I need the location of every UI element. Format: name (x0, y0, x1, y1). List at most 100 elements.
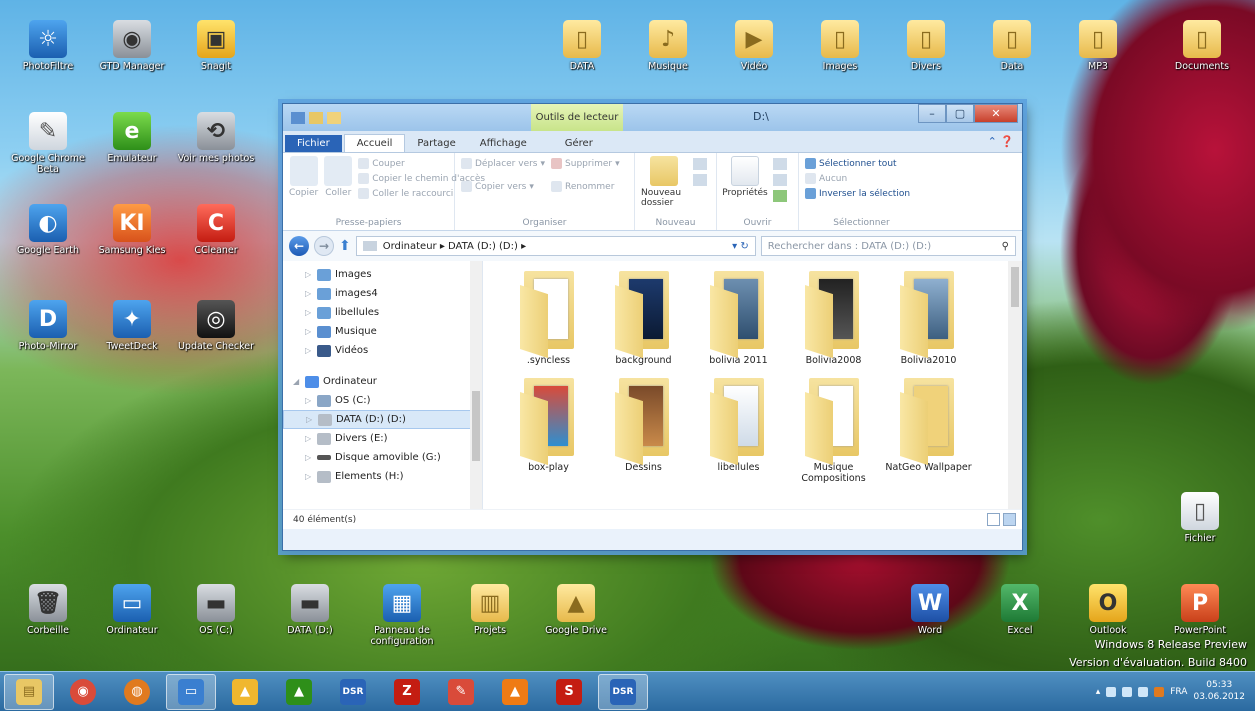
taskbar-chrome[interactable]: ◉ (58, 674, 108, 710)
folder-item[interactable]: box-play (501, 378, 596, 484)
history-icon[interactable] (773, 190, 787, 202)
taskbar-editor[interactable]: ✎ (436, 674, 486, 710)
desktop-folder-images[interactable]: ▯ Images (800, 20, 880, 72)
folder-item[interactable]: Dessins (596, 378, 691, 484)
desktop-icon-samsung-kies[interactable]: KI Samsung Kies (92, 204, 172, 256)
desktop-icon-os-drive[interactable]: ▬ OS (C:) (176, 584, 256, 636)
help-icon[interactable]: ⌃ ❓ (988, 135, 1014, 148)
new-item-icon[interactable] (693, 158, 707, 170)
forward-button[interactable]: → (314, 236, 334, 256)
invert-selection-button[interactable]: Inverser la sélection (805, 188, 910, 199)
nav-item-drive-g[interactable]: ▷ Disque amovible (G:) (283, 448, 482, 467)
delete-button[interactable]: Supprimer ▾ (551, 158, 620, 169)
nav-scroll-thumb[interactable] (472, 391, 480, 461)
desktop-icon-data-drive[interactable]: ▬ DATA (D:) (270, 584, 350, 636)
tab-share[interactable]: Partage (405, 135, 467, 152)
select-all-button[interactable]: Sélectionner tout (805, 158, 910, 169)
properties-icon[interactable] (309, 111, 323, 124)
nav-item-images4[interactable]: ▷ images4 (283, 284, 482, 303)
flag-icon[interactable] (1106, 687, 1117, 697)
nav-item-computer[interactable]: ◢ Ordinateur (283, 372, 482, 391)
nav-item-drive-d[interactable]: ▷ DATA (D:) (D:) (283, 410, 482, 429)
taskbar-dsr-1[interactable]: DSR (328, 674, 378, 710)
desktop-icon-powerpoint[interactable]: P PowerPoint (1160, 584, 1240, 636)
desktop-folder-data2[interactable]: ▯ Data (972, 20, 1052, 72)
folder-item[interactable]: bolivia 2011 (691, 271, 786, 366)
tab-view[interactable]: Affichage (468, 135, 539, 152)
taskbar-dsr-2[interactable]: DSR (598, 673, 648, 710)
up-arrow-icon[interactable]: ⬆ (339, 238, 351, 254)
taskbar-drive[interactable]: ▲ (220, 674, 270, 710)
new-folder-icon[interactable] (327, 111, 341, 124)
desktop-icon-google-earth[interactable]: ◐ Google Earth (8, 204, 88, 256)
desktop-icon-recycle-bin[interactable]: 🗑 Corbeille (8, 584, 88, 636)
back-button[interactable]: ← (289, 236, 309, 256)
close-button[interactable]: ✕ (974, 104, 1018, 123)
desktop-folder-data[interactable]: ▯ DATA (542, 20, 622, 72)
desktop-icon-photofiltre[interactable]: ☼ PhotoFiltre (8, 20, 88, 72)
desktop-folder-musique[interactable]: ♪ Musique (628, 20, 708, 72)
desktop-icon-ccleaner[interactable]: C CCleaner (176, 204, 256, 256)
language-indicator[interactable]: FRA (1170, 687, 1187, 697)
minimize-button[interactable]: – (918, 104, 946, 123)
tray-arrow-icon[interactable]: ▴ (1096, 687, 1101, 697)
desktop-icon-photos[interactable]: ⟲ Voir mes photos (176, 112, 256, 164)
clock[interactable]: 05:33 03.06.2012 (1193, 680, 1245, 703)
nav-item-drive-c[interactable]: ▷ OS (C:) (283, 391, 482, 410)
folder-item[interactable]: .syncless (501, 271, 596, 366)
nav-scrollbar[interactable] (470, 261, 482, 509)
desktop-icon-projets[interactable]: ▥ Projets (450, 584, 530, 636)
desktop-icon-snagit[interactable]: ▣ Snagit (176, 20, 256, 72)
taskbar-skype[interactable]: S (544, 674, 594, 710)
desktop-icon-file[interactable]: ▯ Fichier (1160, 492, 1240, 544)
breadcrumb[interactable]: Ordinateur ▸ DATA (D:) (D:) ▸ (383, 241, 526, 252)
desktop-folder-mp3[interactable]: ▯ MP3 (1058, 20, 1138, 72)
tab-file[interactable]: Fichier (285, 135, 342, 152)
address-bar[interactable]: Ordinateur ▸ DATA (D:) (D:) ▸ ▾ ↻ (355, 236, 756, 256)
desktop-folder-divers[interactable]: ▯ Divers (886, 20, 966, 72)
desktop-icon-emulateur[interactable]: e Emulateur (92, 112, 172, 164)
folder-item[interactable]: NatGeo Wallpaper (881, 378, 976, 484)
volume-icon[interactable] (1154, 687, 1165, 697)
file-list-scroll-thumb[interactable] (1011, 267, 1019, 307)
nav-item-images[interactable]: ▷ Images (283, 265, 482, 284)
tab-manage[interactable]: Gérer (553, 135, 605, 152)
explorer-window[interactable]: Outils de lecteur D:\ – ▢ ✕ Fichier Accu… (282, 103, 1023, 551)
taskbar-filezilla[interactable]: Z (382, 674, 432, 710)
taskbar-desktop[interactable]: ▭ (166, 673, 216, 710)
folder-item[interactable]: Musique Compositions (786, 378, 881, 484)
desktop-icon-computer[interactable]: ▭ Ordinateur (92, 584, 172, 636)
details-view-button[interactable] (987, 513, 1000, 526)
copy-to-button[interactable]: Copier vers ▾ (461, 181, 545, 192)
edit-icon[interactable] (773, 174, 787, 186)
window-menu-icon[interactable] (291, 111, 305, 124)
desktop-folder-video[interactable]: ▶ Vidéo (714, 20, 794, 72)
rename-button[interactable]: Renommer (551, 181, 620, 192)
select-none-button[interactable]: Aucun (805, 173, 910, 184)
nav-item-drive-h[interactable]: ▷ Elements (H:) (283, 467, 482, 486)
desktop-folder-documents[interactable]: ▯ Documents (1162, 20, 1242, 72)
open-icon[interactable] (773, 158, 787, 170)
desktop-icon-excel[interactable]: X Excel (980, 584, 1060, 636)
maximize-button[interactable]: ▢ (946, 104, 974, 123)
large-icons-view-button[interactable] (1003, 513, 1016, 526)
desktop-icon-word[interactable]: W Word (890, 584, 970, 636)
nav-item-libellules[interactable]: ▷ libellules (283, 303, 482, 322)
folder-item[interactable]: libellules (691, 378, 786, 484)
tab-home[interactable]: Accueil (343, 134, 406, 152)
desktop-icon-tweetdeck[interactable]: ✦ TweetDeck (92, 300, 172, 352)
file-list-scrollbar[interactable] (1008, 261, 1022, 509)
taskbar-vlc[interactable]: ▲ (490, 674, 540, 710)
desktop-icon-update-checker[interactable]: ◎ Update Checker (176, 300, 256, 352)
desktop-icon-photo-mirror[interactable]: D Photo-Mirror (8, 300, 88, 352)
search-input[interactable]: Rechercher dans : DATA (D:) (D:) ⚲ (760, 236, 1016, 256)
taskbar-explorer[interactable]: ▤ (4, 673, 54, 710)
desktop-icon-control-panel[interactable]: ▦ Panneau de configuration (362, 584, 442, 647)
folder-item[interactable]: Bolivia2008 (786, 271, 881, 366)
desktop-icon-outlook[interactable]: O Outlook (1068, 584, 1148, 636)
desktop-icon-gtd[interactable]: ◉ GTD Manager (92, 20, 172, 72)
move-to-button[interactable]: Déplacer vers ▾ (461, 158, 545, 169)
network-icon[interactable] (1122, 687, 1133, 697)
taskbar-google-earth[interactable]: ▲ (274, 674, 324, 710)
easy-access-icon[interactable] (693, 174, 707, 186)
